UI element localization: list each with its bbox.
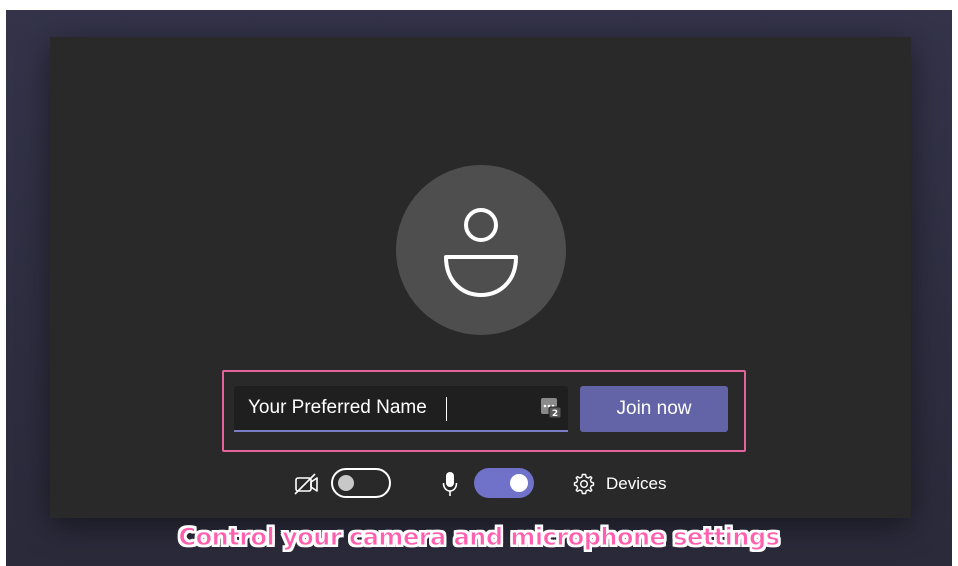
svg-text:2: 2: [552, 409, 558, 419]
devices-label: Devices: [606, 474, 667, 493]
person-icon: [444, 208, 518, 297]
screenshot-stage: 2 Join now: [0, 0, 958, 566]
frame-edge-top: [0, 0, 958, 10]
microphone-icon[interactable]: [442, 471, 458, 497]
gear-icon: [573, 473, 595, 495]
name-field[interactable]: 2: [234, 386, 568, 432]
media-controls: Devices: [50, 465, 911, 505]
frame-edge-right: [952, 0, 958, 566]
annotation-caption: Control your camera and microphone setti…: [178, 523, 780, 552]
frame-edge-left: [0, 0, 6, 566]
keyboard-badge-icon: 2: [541, 398, 562, 419]
prejoin-panel: 2 Join now: [50, 37, 911, 518]
avatar: [396, 165, 566, 335]
camera-toggle-knob: [338, 475, 354, 491]
join-now-button[interactable]: Join now: [580, 386, 728, 432]
join-row-highlight: 2 Join now: [222, 370, 746, 452]
text-caret: [446, 397, 447, 421]
microphone-toggle[interactable]: [474, 468, 534, 498]
camera-toggle[interactable]: [331, 468, 391, 498]
microphone-toggle-knob: [510, 474, 528, 492]
name-input[interactable]: [234, 386, 524, 430]
camera-off-icon[interactable]: [293, 473, 319, 495]
devices-button[interactable]: Devices: [572, 469, 666, 499]
